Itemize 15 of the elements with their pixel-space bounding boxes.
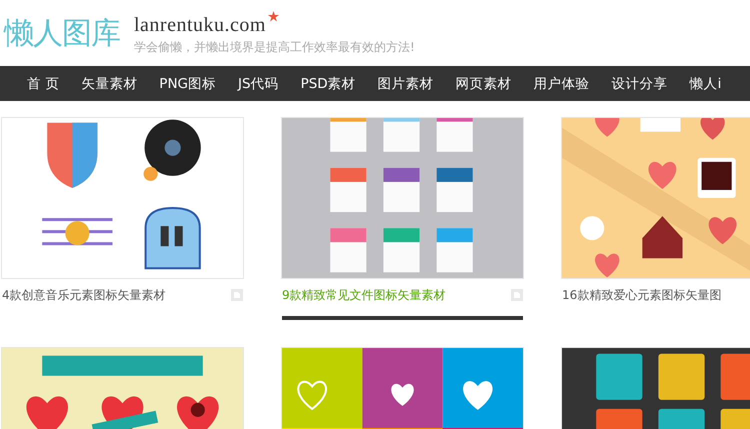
nav-link[interactable]: 图片素材: [378, 74, 434, 92]
card-title[interactable]: 16款精致爱心元素图标矢量图: [562, 286, 722, 304]
site-domain: lanrentuku.com: [134, 14, 266, 37]
nav-link[interactable]: PSD素材: [300, 74, 356, 92]
tagline: 学会偷懒，并懒出境界是提高工作效率最有效的方法!: [134, 39, 415, 56]
nav-link[interactable]: 用户体验: [534, 74, 590, 92]
nav-link[interactable]: 网页素材: [456, 74, 512, 92]
nav-link[interactable]: 首 页: [27, 74, 60, 92]
card-title[interactable]: 4款创意音乐元素图标矢量素材: [2, 286, 166, 304]
nav-link[interactable]: 矢量素材: [81, 74, 138, 92]
nav-link[interactable]: JS代码: [238, 74, 279, 92]
nav-link[interactable]: PNG图标: [159, 74, 216, 92]
nav-link[interactable]: 设计分享: [612, 74, 668, 92]
star-icon: [268, 11, 279, 22]
nav-link[interactable]: 懒人i: [690, 74, 722, 92]
